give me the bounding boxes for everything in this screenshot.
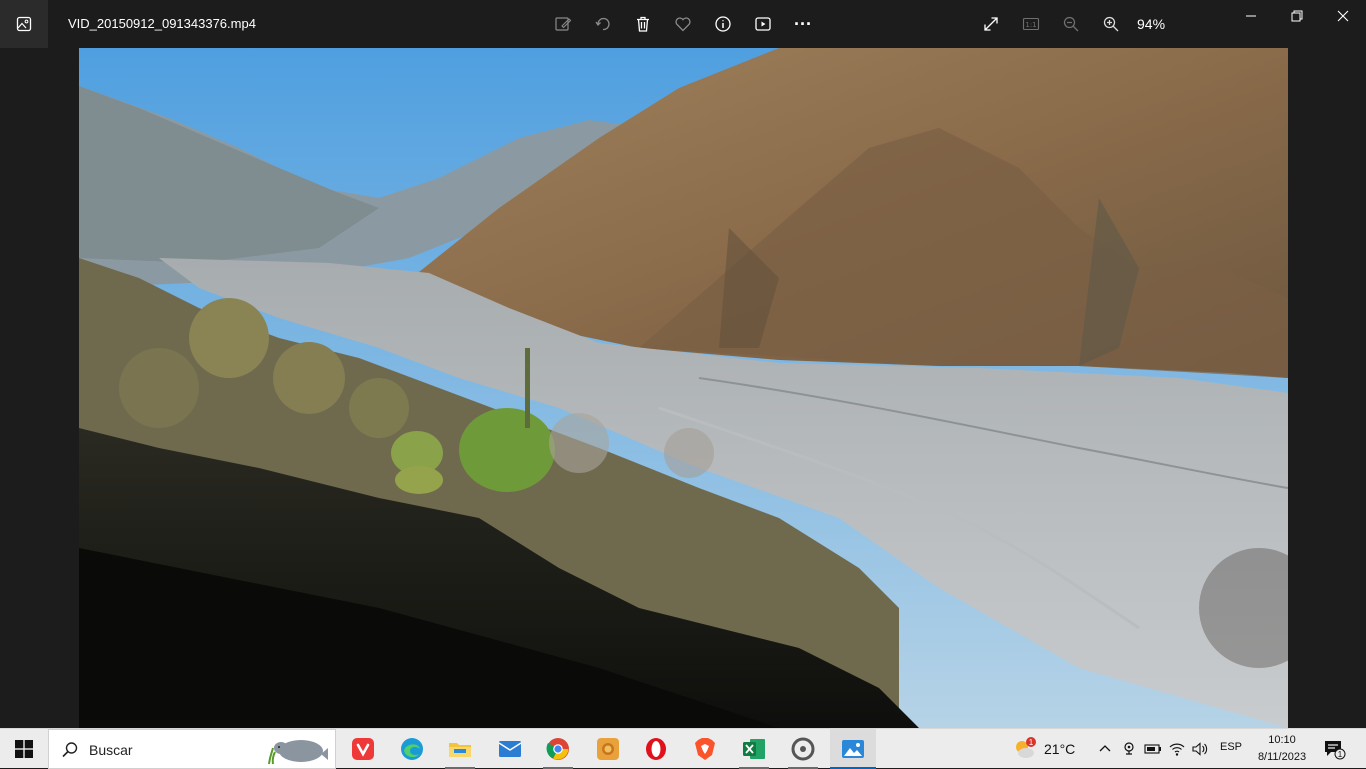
photos-app-icon[interactable] [0, 0, 48, 48]
file-name: VID_20150912_091343376.mp4 [68, 16, 256, 31]
edge-icon [401, 738, 423, 760]
sun-app-icon [597, 738, 619, 760]
close-button[interactable] [1320, 0, 1366, 32]
photos-icon [842, 740, 864, 758]
zoom-out-icon[interactable] [1055, 8, 1087, 40]
taskbar-app-circle[interactable] [780, 729, 826, 769]
zoom-level[interactable]: 94% [1137, 16, 1165, 32]
taskbar-excel[interactable] [731, 729, 777, 769]
svg-text:1:1: 1:1 [1025, 21, 1036, 29]
chrome-icon [546, 738, 569, 760]
wifi-icon[interactable] [1167, 739, 1187, 759]
clock-time: 10:10 [1268, 734, 1296, 746]
taskbar-mail[interactable] [487, 729, 533, 769]
title-bar: VID_20150912_091343376.mp4 ··· 1:1 94% [0, 0, 1366, 48]
opera-icon [646, 738, 666, 760]
minimize-button[interactable] [1228, 0, 1274, 32]
language-indicator[interactable]: ESP [1220, 741, 1242, 753]
edit-icon[interactable] [547, 8, 579, 40]
start-button[interactable] [0, 729, 48, 769]
vivaldi-icon [352, 738, 374, 760]
notification-center-icon[interactable]: 1 [1322, 737, 1346, 761]
search-placeholder: Buscar [89, 742, 133, 758]
favorite-icon[interactable] [667, 8, 699, 40]
search-box[interactable]: Buscar [48, 729, 336, 769]
video-frame[interactable] [79, 48, 1288, 728]
excel-icon [743, 739, 765, 759]
weather-temperature: 21°C [1044, 741, 1076, 757]
taskbar-photos[interactable] [830, 729, 876, 769]
info-icon[interactable] [707, 8, 739, 40]
notification-count: 1 [1338, 750, 1343, 759]
rotate-icon[interactable] [587, 8, 619, 40]
folder-icon [449, 743, 471, 757]
chevron-up-icon[interactable] [1095, 739, 1115, 759]
taskbar-vivaldi[interactable] [340, 729, 386, 769]
more-icon[interactable]: ··· [787, 8, 819, 40]
taskbar-edge[interactable] [389, 729, 435, 769]
fullscreen-icon[interactable] [975, 8, 1007, 40]
restore-button[interactable] [1274, 0, 1320, 32]
clock[interactable]: 10:10 8/11/2023 [1252, 732, 1312, 766]
slideshow-icon[interactable] [747, 8, 779, 40]
taskbar-opera[interactable] [633, 729, 679, 769]
actual-size-icon[interactable]: 1:1 [1015, 8, 1047, 40]
taskbar-file-explorer[interactable] [437, 729, 483, 769]
zoom-in-icon[interactable] [1095, 8, 1127, 40]
taskbar: Buscar 1 21°C ESP 10:10 8/11/2023 1 [0, 728, 1366, 769]
mail-icon [498, 741, 522, 757]
volume-icon[interactable] [1190, 739, 1210, 759]
battery-icon[interactable] [1143, 739, 1163, 759]
windows-icon [15, 740, 33, 758]
weather-badge: 1 [1029, 738, 1034, 747]
weather-icon: 1 [1016, 737, 1036, 758]
taskbar-brave[interactable] [682, 729, 728, 769]
brave-icon [695, 738, 715, 760]
taskbar-chrome[interactable] [535, 729, 581, 769]
taskbar-app-sun[interactable] [585, 729, 631, 769]
circle-app-icon [791, 737, 815, 761]
search-icon [62, 742, 78, 758]
landscape-image [79, 48, 1288, 728]
clock-date: 8/11/2023 [1257, 751, 1307, 763]
search-highlight-manatee-icon [268, 740, 328, 765]
weather-widget[interactable]: 1 21°C [1012, 729, 1075, 769]
delete-icon[interactable] [627, 8, 659, 40]
webcam-icon[interactable] [1119, 739, 1139, 759]
